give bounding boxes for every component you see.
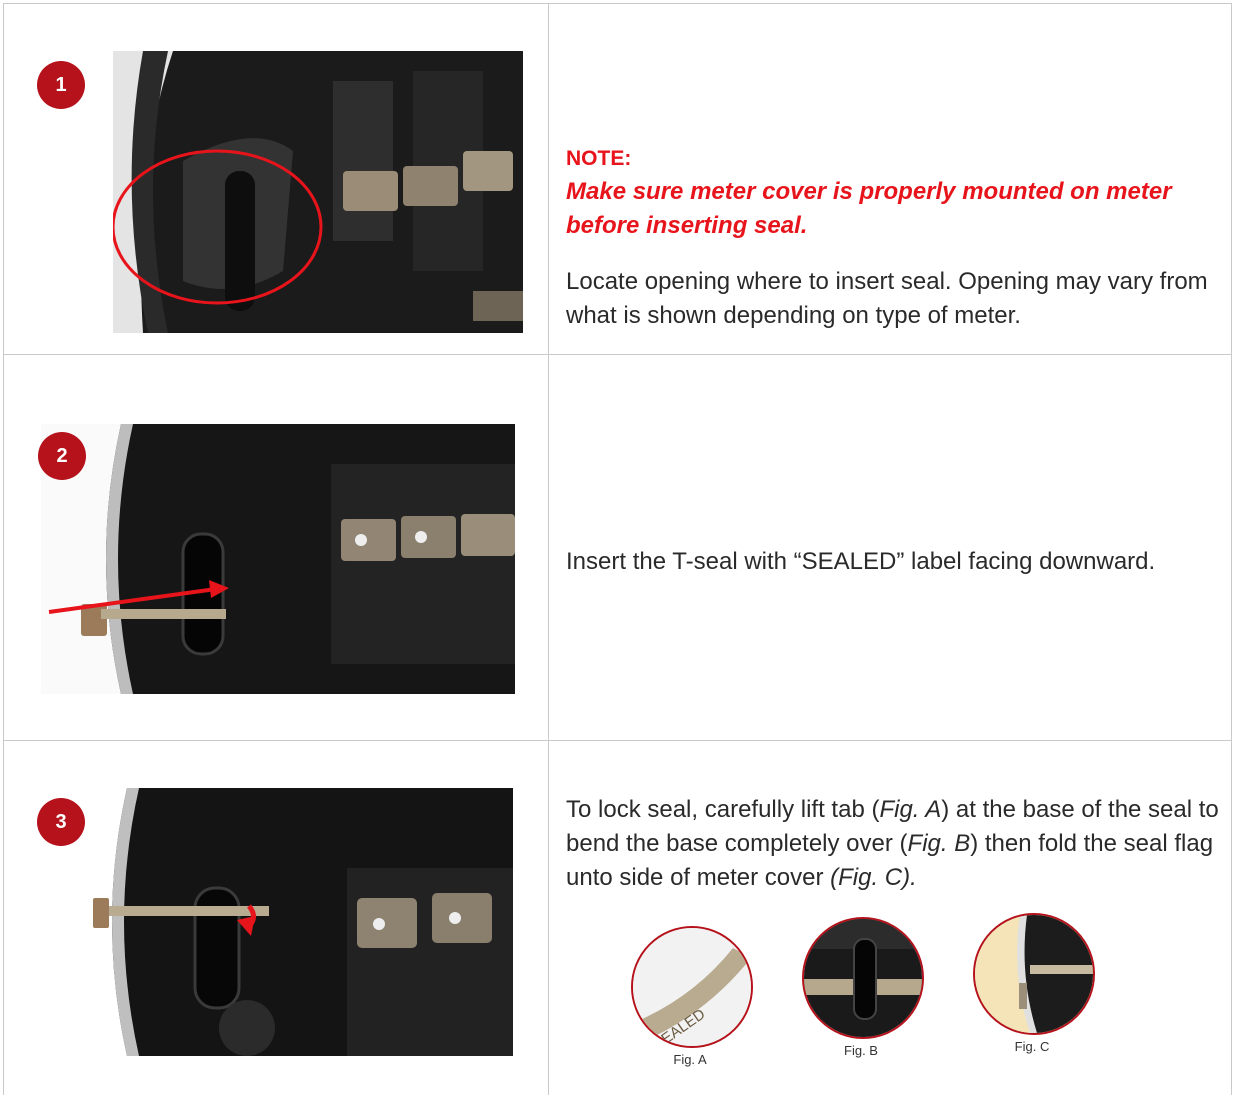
figure-a-label: Fig. A (673, 1052, 707, 1067)
table-column-divider (548, 3, 549, 1095)
step-2-instruction: Insert the T-seal with “SEALED” label fa… (566, 548, 1156, 575)
figure-a-image: SEALED (631, 926, 753, 1048)
step-number-badge: 3 (37, 798, 85, 846)
step-1-text-block: NOTE: Make sure meter cover is properly … (566, 143, 1226, 333)
step-1-instruction: Locate opening where to insert seal. Ope… (566, 268, 1208, 329)
step-3-instruction: To lock seal, carefully lift tab (Fig. A… (566, 793, 1226, 895)
meter-opening-photo (113, 51, 523, 333)
step-number-badge: 2 (38, 432, 86, 480)
row-divider-2 (3, 740, 1232, 741)
insert-seal-photo (41, 424, 515, 694)
figure-b-label: Fig. B (844, 1043, 878, 1058)
figure-c-image (973, 913, 1095, 1035)
fig-c-ref: (Fig. C). (830, 864, 917, 891)
fig-a-ref: Fig. A (879, 796, 942, 823)
figure-b-image (802, 917, 924, 1039)
note-body: Make sure meter cover is properly mounte… (566, 178, 1172, 239)
step-number-badge: 1 (37, 61, 85, 109)
table-border-right (1231, 3, 1232, 1095)
step-3-text-part1: To lock seal, carefully lift tab ( (566, 796, 880, 823)
lock-seal-photo (87, 788, 513, 1056)
note-title: NOTE: (566, 147, 632, 170)
figure-c-label: Fig. C (1014, 1039, 1050, 1054)
fig-b-ref: Fig. B (907, 830, 971, 857)
table-border-top (3, 3, 1232, 4)
instruction-table: 1 NOTE: Make sure meter cover is properl… (3, 3, 1232, 1095)
row-divider-1 (3, 354, 1232, 355)
table-border-left (3, 3, 4, 1095)
